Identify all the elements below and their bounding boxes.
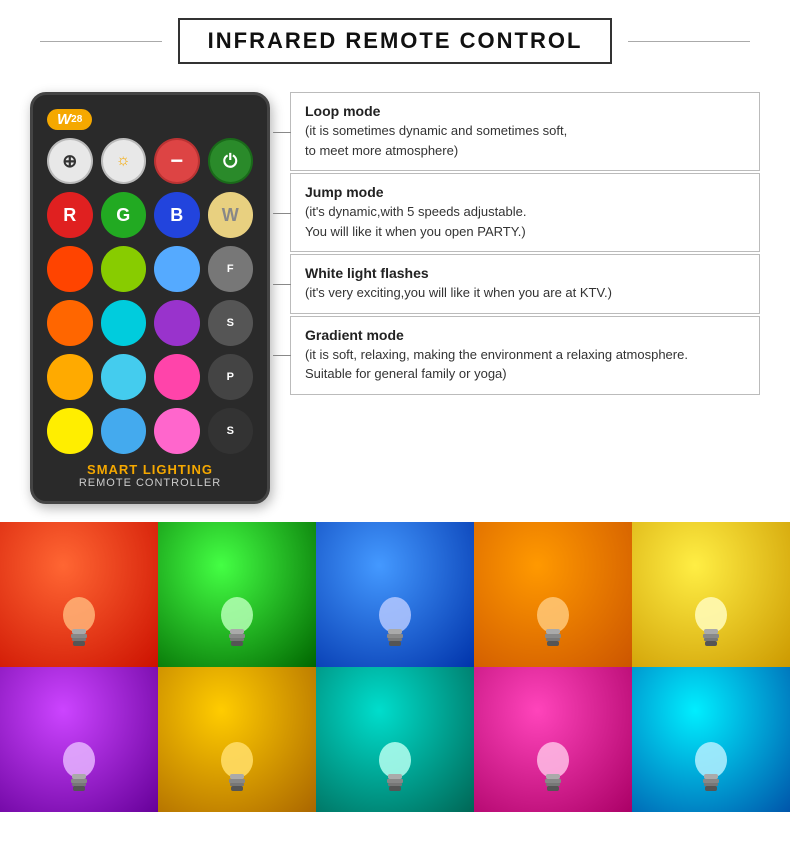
- color-btn-yellow[interactable]: [47, 408, 93, 454]
- color-btn-cyan[interactable]: [101, 354, 147, 400]
- power-button[interactable]: ⏻: [208, 138, 254, 184]
- color-cell-green: [158, 522, 316, 667]
- remote-label-sub: REMOTE CONTROLLER: [47, 477, 253, 489]
- color-cell-purple: [0, 667, 158, 812]
- bulb-icon-purple: [57, 734, 101, 794]
- bulb-icon-pink: [531, 734, 575, 794]
- bulb-icon-amber: [215, 734, 259, 794]
- brightness-button[interactable]: ☼: [101, 138, 147, 184]
- badge-letter: W: [57, 111, 71, 128]
- connector-gradient: [273, 355, 291, 356]
- header-line-right: [628, 41, 750, 42]
- remote: W 28 ⊕ ☼ − ⏻ R G B W: [30, 92, 270, 504]
- color-btn-teal[interactable]: [101, 300, 147, 346]
- remote-label: SMART LIGHTING REMOTE CONTROLLER: [47, 462, 253, 489]
- header-line-left: [40, 41, 162, 42]
- middle-section: W 28 ⊕ ☼ − ⏻ R G B W: [0, 74, 790, 522]
- color-grid: [0, 522, 790, 812]
- flash-mode-desc: (it's very exciting,you will like it whe…: [305, 283, 745, 303]
- color-cell-amber: [158, 667, 316, 812]
- color-btn-orange[interactable]: [47, 300, 93, 346]
- color-cell-teal: [316, 667, 474, 812]
- info-box-gradient: Gradient mode (it is soft, relaxing, mak…: [290, 316, 760, 395]
- remote-badge: W 28: [47, 109, 92, 130]
- color-cell-red: [0, 522, 158, 667]
- loop-mode-desc: (it is sometimes dynamic and sometimes s…: [305, 121, 745, 160]
- color-btn-light-blue[interactable]: [101, 408, 147, 454]
- bulb-icon-cyan: [689, 734, 733, 794]
- remote-container: W 28 ⊕ ☼ − ⏻ R G B W: [30, 92, 270, 504]
- green-button[interactable]: G: [101, 192, 147, 238]
- badge-sup: 28: [71, 114, 82, 125]
- gradient-mode-desc: (it is soft, relaxing, making the enviro…: [305, 345, 745, 384]
- bulb-icon-red: [57, 589, 101, 649]
- bulb-icon-teal: [373, 734, 417, 794]
- pause-button[interactable]: P: [208, 354, 254, 400]
- blue-button[interactable]: B: [154, 192, 200, 238]
- btn-row-controls: ⊕ ☼ − ⏻: [47, 138, 253, 184]
- jump-mode-desc: (it's dynamic,with 5 speeds adjustable.Y…: [305, 202, 745, 241]
- color-btn-pink[interactable]: [154, 354, 200, 400]
- color-row-2: S: [47, 300, 253, 346]
- speed-button-s1[interactable]: S: [208, 300, 254, 346]
- color-cell-pink: [474, 667, 632, 812]
- color-row-4: S: [47, 408, 253, 454]
- white-button[interactable]: W: [208, 192, 254, 238]
- color-cell-yellow: [632, 522, 790, 667]
- bulb-icon-orange: [531, 589, 575, 649]
- color-btn-sky-blue[interactable]: [154, 246, 200, 292]
- minus-button[interactable]: −: [154, 138, 200, 184]
- info-box-flash: White light flashes (it's very exciting,…: [290, 254, 760, 314]
- color-row-1: F: [47, 246, 253, 292]
- color-btn-orange-red[interactable]: [47, 246, 93, 292]
- nav-button[interactable]: ⊕: [47, 138, 93, 184]
- speed-button-s2[interactable]: S: [208, 408, 254, 454]
- header-title-box: INFRARED REMOTE CONTROL: [178, 18, 613, 64]
- jump-mode-title: Jump mode: [305, 184, 745, 200]
- connector-loop: [273, 132, 291, 133]
- bulb-icon-blue: [373, 589, 417, 649]
- red-button[interactable]: R: [47, 192, 93, 238]
- color-cell-orange: [474, 522, 632, 667]
- info-box-jump: Jump mode (it's dynamic,with 5 speeds ad…: [290, 173, 760, 252]
- bulb-icon-green: [215, 589, 259, 649]
- color-row-3: P: [47, 354, 253, 400]
- remote-label-smart: SMART LIGHTING: [47, 462, 253, 477]
- color-btn-magenta[interactable]: [154, 408, 200, 454]
- connector-flash: [273, 284, 291, 285]
- color-btn-amber[interactable]: [47, 354, 93, 400]
- color-btn-purple[interactable]: [154, 300, 200, 346]
- bulb-icon-yellow: [689, 589, 733, 649]
- flash-button[interactable]: F: [208, 246, 254, 292]
- color-cell-blue: [316, 522, 474, 667]
- color-cell-cyan: [632, 667, 790, 812]
- header-title: INFRARED REMOTE CONTROL: [208, 28, 583, 53]
- loop-mode-title: Loop mode: [305, 103, 745, 119]
- color-btn-lime[interactable]: [101, 246, 147, 292]
- flash-mode-title: White light flashes: [305, 265, 745, 281]
- info-section: Loop mode (it is sometimes dynamic and s…: [290, 92, 760, 397]
- info-box-loop: Loop mode (it is sometimes dynamic and s…: [290, 92, 760, 171]
- connector-jump: [273, 213, 291, 214]
- btn-row-rgbw: R G B W: [47, 192, 253, 238]
- gradient-mode-title: Gradient mode: [305, 327, 745, 343]
- header: INFRARED REMOTE CONTROL: [0, 0, 790, 74]
